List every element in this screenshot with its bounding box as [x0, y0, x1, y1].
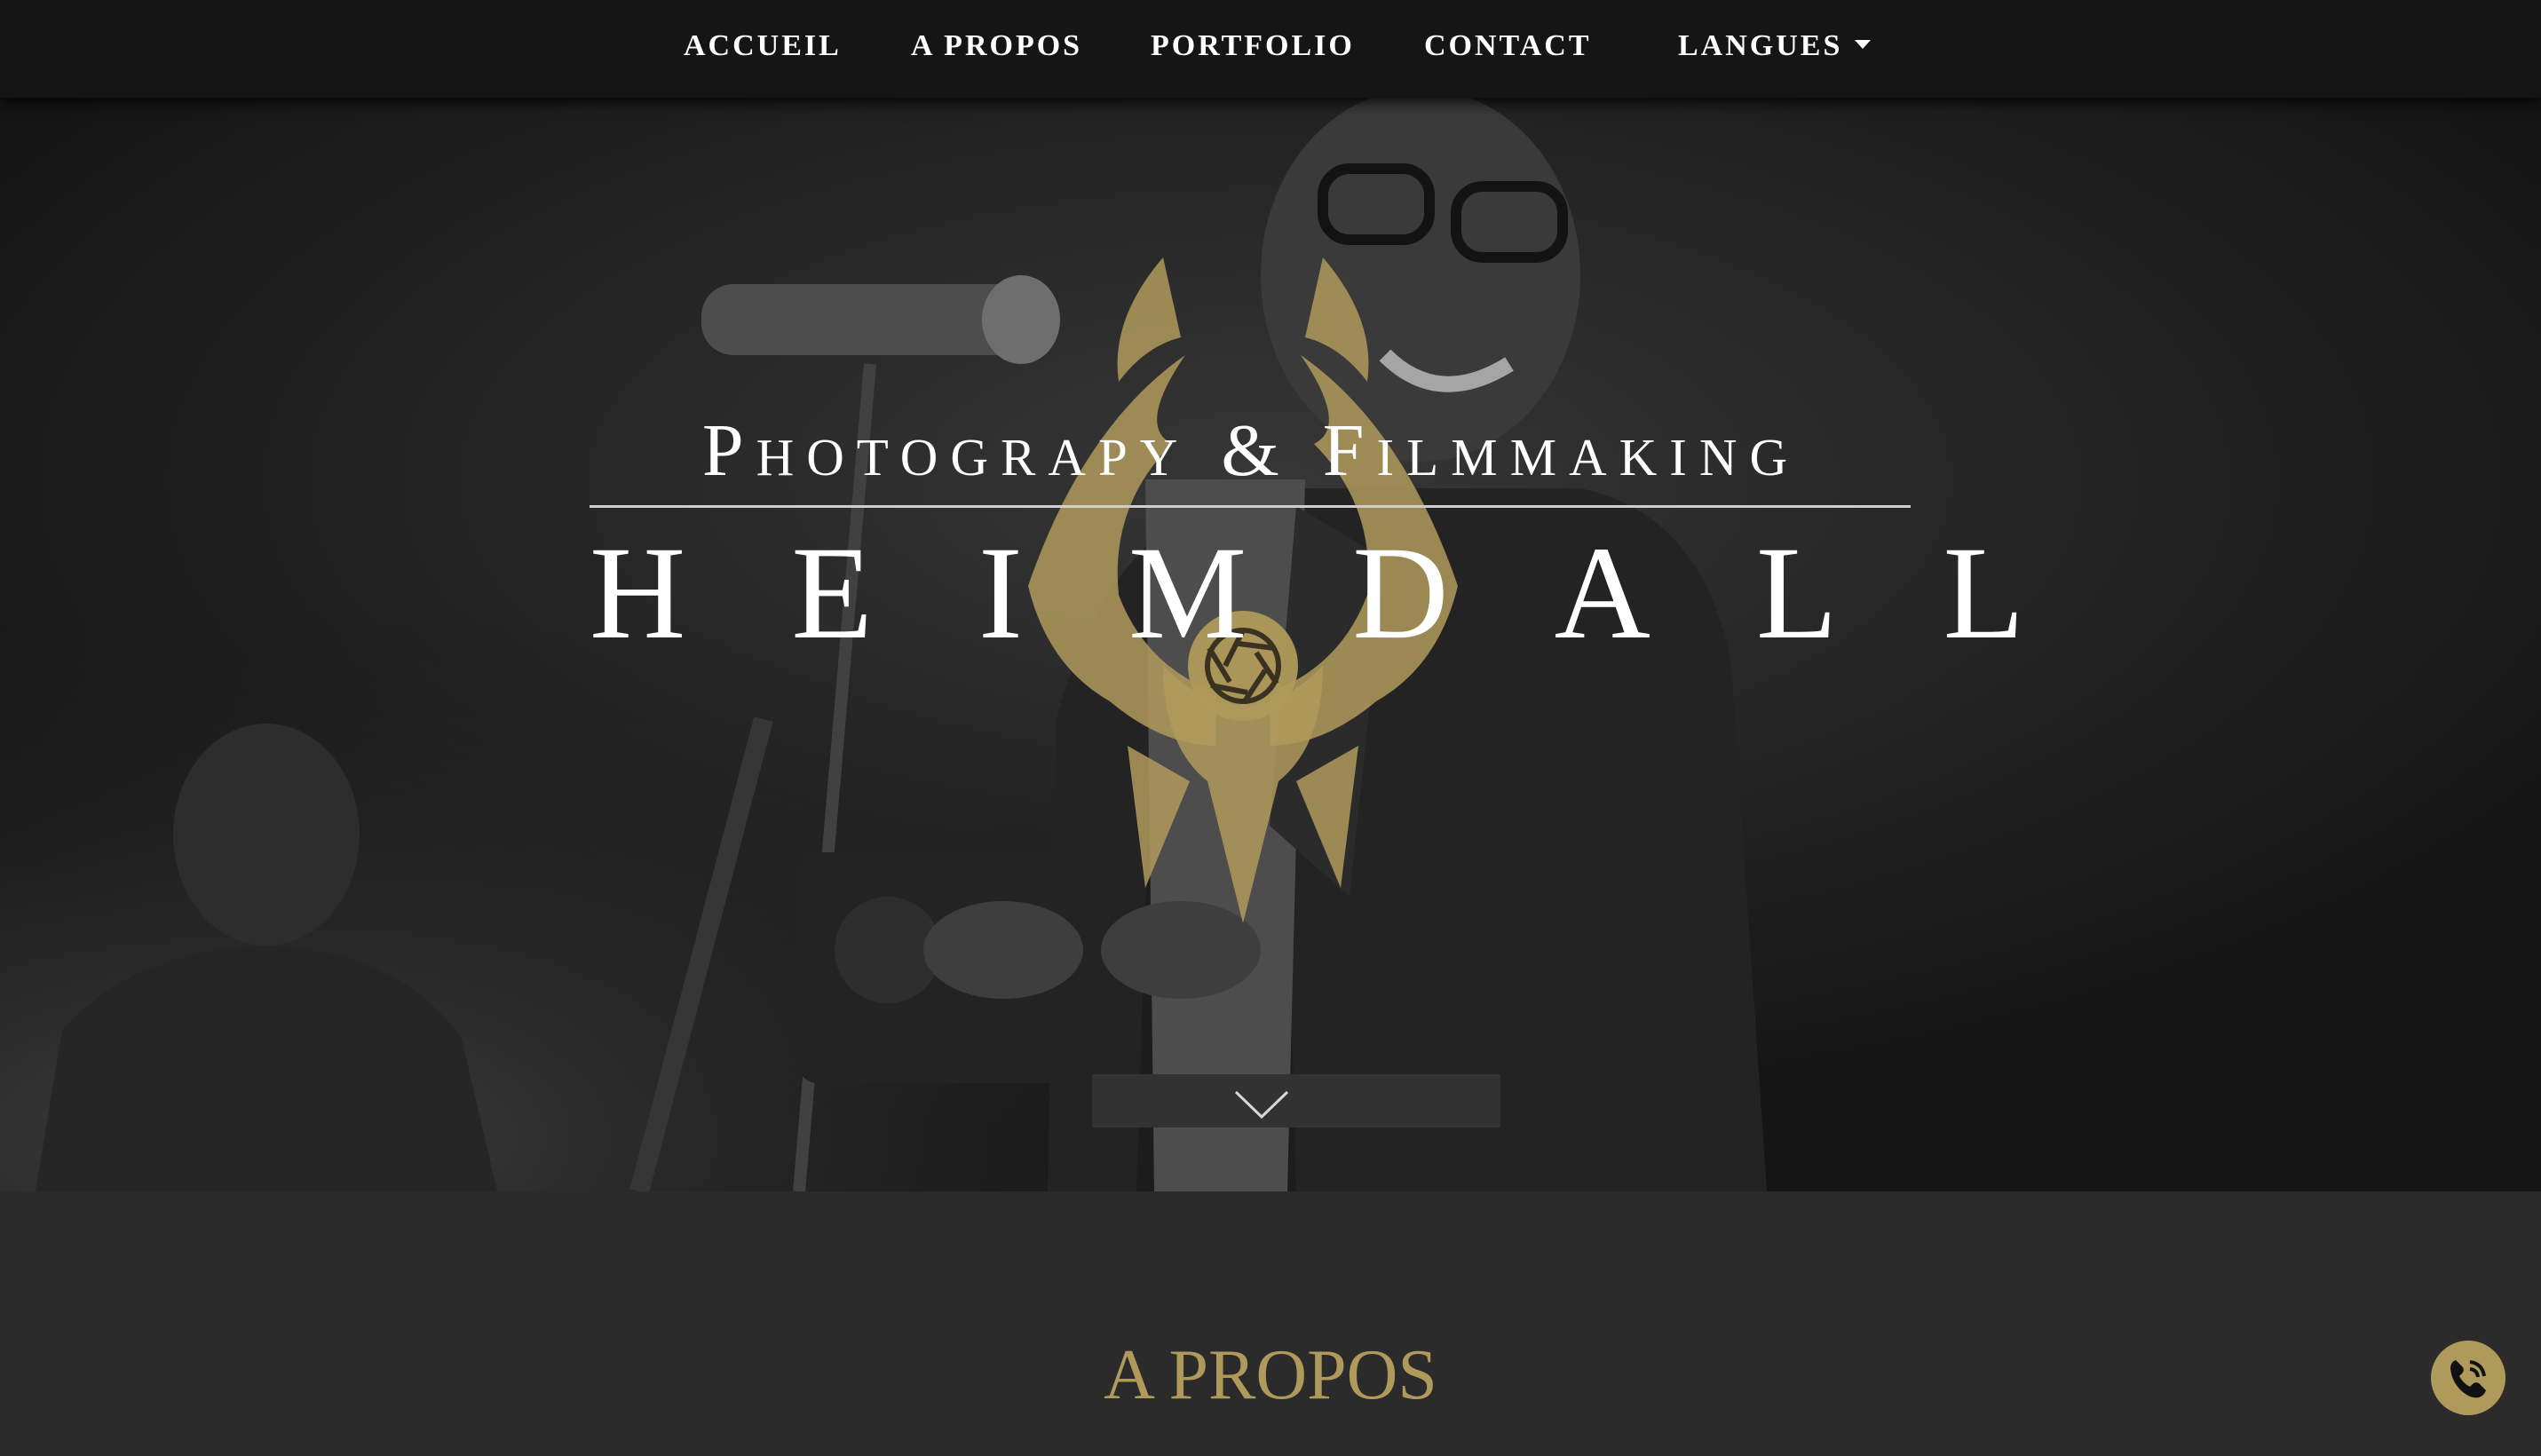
call-button[interactable] — [2431, 1341, 2505, 1415]
top-navbar: ACCUEIL A PROPOS PORTFOLIO CONTACT LANGU… — [0, 0, 2541, 98]
hero-tagline: Photograpy & Filmmaking — [701, 409, 1801, 492]
nav-item-langues[interactable]: LANGUES — [1678, 25, 1872, 67]
caret-down-icon — [1855, 40, 1872, 50]
nav-item-portfolio[interactable]: PORTFOLIO — [1151, 25, 1355, 67]
nav-item-contact[interactable]: CONTACT — [1424, 25, 1592, 67]
about-section: A PROPOS — [0, 1191, 2541, 1456]
section-title-a-propos: A PROPOS — [1104, 1336, 1437, 1414]
nav-item-accueil[interactable]: ACCUEIL — [684, 25, 842, 67]
phone-icon — [2450, 1360, 2486, 1398]
hero-section: Photograpy & Filmmaking HEIMDALL — [0, 98, 2541, 1191]
hero-divider — [590, 505, 1911, 508]
nav-item-a-propos[interactable]: A PROPOS — [911, 25, 1082, 67]
nav-item-langues-label: LANGUES — [1678, 29, 1843, 62]
chevron-down-icon[interactable] — [1234, 1090, 1289, 1120]
page: ACCUEIL A PROPOS PORTFOLIO CONTACT LANGU… — [0, 0, 2541, 1456]
hero-brand-name: HEIMDALL — [590, 519, 2131, 667]
